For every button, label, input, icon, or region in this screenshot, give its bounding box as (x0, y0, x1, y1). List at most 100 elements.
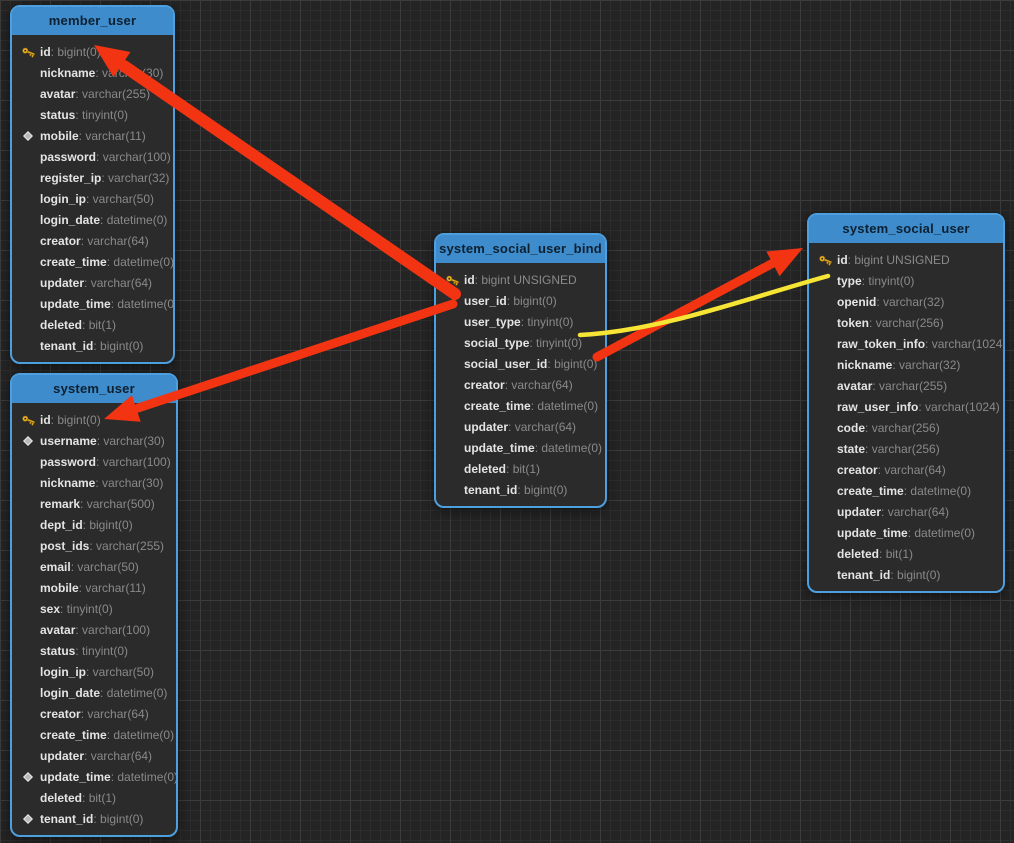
key-icon (20, 44, 36, 59)
icon-placeholder (20, 296, 36, 311)
field-name: creator (40, 707, 81, 721)
field-name: email (40, 560, 71, 574)
field-row-system_user-update_time[interactable]: update_timedatetime(0) (12, 766, 176, 787)
field-row-member_user-create_time[interactable]: create_timedatetime(0) (12, 251, 173, 272)
field-row-system_social_user-nickname[interactable]: nicknamevarchar(32) (809, 354, 1003, 375)
field-row-system_user-creator[interactable]: creatorvarchar(64) (12, 703, 176, 724)
field-row-system_user-mobile[interactable]: mobilevarchar(11) (12, 577, 176, 598)
field-row-system_user-deleted[interactable]: deletedbit(1) (12, 787, 176, 808)
field-row-system_social_user_bind-creator[interactable]: creatorvarchar(64) (436, 374, 605, 395)
field-name: id (40, 45, 51, 59)
field-row-system_social_user-creator[interactable]: creatorvarchar(64) (809, 459, 1003, 480)
field-row-member_user-mobile[interactable]: mobilevarchar(11) (12, 125, 173, 146)
table-title-system_social_user_bind[interactable]: system_social_user_bind (436, 235, 605, 263)
field-row-system_user-create_time[interactable]: create_timedatetime(0) (12, 724, 176, 745)
field-row-member_user-nickname[interactable]: nicknamevarchar(30) (12, 62, 173, 83)
icon-placeholder (20, 233, 36, 248)
field-row-system_user-post_ids[interactable]: post_idsvarchar(255) (12, 535, 176, 556)
field-row-system_social_user_bind-updater[interactable]: updatervarchar(64) (436, 416, 605, 437)
field-row-member_user-password[interactable]: passwordvarchar(100) (12, 146, 173, 167)
field-row-system_social_user_bind-id[interactable]: idbigint UNSIGNED (436, 269, 605, 290)
table-system_social_user_bind[interactable]: system_social_user_bind idbigint UNSIGNED… (434, 233, 607, 508)
field-row-member_user-avatar[interactable]: avatarvarchar(255) (12, 83, 173, 104)
field-row-system_user-password[interactable]: passwordvarchar(100) (12, 451, 176, 472)
field-row-system_social_user-openid[interactable]: openidvarchar(32) (809, 291, 1003, 312)
field-row-system_social_user_bind-social_type[interactable]: social_typetinyint(0) (436, 332, 605, 353)
field-row-member_user-login_date[interactable]: login_datedatetime(0) (12, 209, 173, 230)
relation-red-arrow-system_social_user_bind.social_user_id-to-system_social_user.id[interactable] (597, 248, 803, 357)
field-row-system_social_user-code[interactable]: codevarchar(256) (809, 417, 1003, 438)
field-row-system_user-avatar[interactable]: avatarvarchar(100) (12, 619, 176, 640)
icon-placeholder (817, 525, 833, 540)
icon-placeholder (20, 580, 36, 595)
table-title-system_user[interactable]: system_user (12, 375, 176, 403)
diamond-icon (20, 811, 36, 826)
table-member_user[interactable]: member_useridbigint(0)nicknamevarchar(30… (10, 5, 175, 364)
field-row-system_user-username[interactable]: usernamevarchar(30) (12, 430, 176, 451)
field-row-system_social_user-raw_user_info[interactable]: raw_user_infovarchar(1024) (809, 396, 1003, 417)
field-name: tenant_id (464, 483, 517, 497)
field-row-system_social_user_bind-user_type[interactable]: user_typetinyint(0) (436, 311, 605, 332)
field-row-system_social_user_bind-update_time[interactable]: update_timedatetime(0) (436, 437, 605, 458)
field-type: varchar(64) (81, 234, 149, 248)
field-name: updater (40, 276, 84, 290)
field-row-member_user-id[interactable]: idbigint(0) (12, 41, 173, 62)
icon-placeholder (444, 314, 460, 329)
field-row-system_user-email[interactable]: emailvarchar(50) (12, 556, 176, 577)
field-name: creator (837, 463, 878, 477)
field-row-member_user-status[interactable]: statustinyint(0) (12, 104, 173, 125)
icon-placeholder (817, 483, 833, 498)
field-type: bigint(0) (51, 45, 101, 59)
field-type: varchar(100) (96, 455, 171, 469)
field-type: varchar(11) (79, 581, 146, 595)
field-row-system_social_user_bind-user_id[interactable]: user_idbigint(0) (436, 290, 605, 311)
field-row-system_social_user-create_time[interactable]: create_timedatetime(0) (809, 480, 1003, 501)
icon-placeholder (817, 567, 833, 582)
field-type: varchar(32) (876, 295, 944, 309)
field-row-system_social_user_bind-create_time[interactable]: create_timedatetime(0) (436, 395, 605, 416)
field-row-system_social_user-tenant_id[interactable]: tenant_idbigint(0) (809, 564, 1003, 585)
field-row-system_user-status[interactable]: statustinyint(0) (12, 640, 176, 661)
field-type: varchar(1024) (925, 337, 1003, 351)
icon-placeholder (20, 559, 36, 574)
field-row-member_user-login_ip[interactable]: login_ipvarchar(50) (12, 188, 173, 209)
icon-placeholder (817, 315, 833, 330)
field-name: social_type (464, 336, 529, 350)
field-row-system_social_user-deleted[interactable]: deletedbit(1) (809, 543, 1003, 564)
field-row-member_user-update_time[interactable]: update_timedatetime(0) (12, 293, 173, 314)
field-row-member_user-register_ip[interactable]: register_ipvarchar(32) (12, 167, 173, 188)
field-row-system_user-remark[interactable]: remarkvarchar(500) (12, 493, 176, 514)
field-row-system_user-nickname[interactable]: nicknamevarchar(30) (12, 472, 176, 493)
field-row-system_social_user-avatar[interactable]: avatarvarchar(255) (809, 375, 1003, 396)
field-row-system_social_user-id[interactable]: idbigint UNSIGNED (809, 249, 1003, 270)
field-row-system_user-sex[interactable]: sextinyint(0) (12, 598, 176, 619)
field-row-member_user-deleted[interactable]: deletedbit(1) (12, 314, 173, 335)
field-row-system_social_user-type[interactable]: typetinyint(0) (809, 270, 1003, 291)
table-system_social_user[interactable]: system_social_user idbigint UNSIGNEDtypet… (807, 213, 1005, 593)
field-row-system_user-login_date[interactable]: login_datedatetime(0) (12, 682, 176, 703)
field-row-system_social_user_bind-tenant_id[interactable]: tenant_idbigint(0) (436, 479, 605, 500)
field-row-system_social_user_bind-deleted[interactable]: deletedbit(1) (436, 458, 605, 479)
field-row-system_social_user-token[interactable]: tokenvarchar(256) (809, 312, 1003, 333)
field-type: datetime(0) (107, 728, 174, 742)
field-row-system_social_user-state[interactable]: statevarchar(256) (809, 438, 1003, 459)
field-row-system_social_user-updater[interactable]: updatervarchar(64) (809, 501, 1003, 522)
field-row-system_user-id[interactable]: idbigint(0) (12, 409, 176, 430)
relation-yellow-line-system_social_user_bind.social_type-to-system_social_user.type[interactable] (580, 276, 828, 335)
field-row-system_user-login_ip[interactable]: login_ipvarchar(50) (12, 661, 176, 682)
diagram-canvas[interactable]: member_useridbigint(0)nicknamevarchar(30… (0, 0, 1014, 843)
field-row-member_user-updater[interactable]: updatervarchar(64) (12, 272, 173, 293)
icon-placeholder (20, 496, 36, 511)
table-system_user[interactable]: system_user idbigint(0)usernamevarchar(30… (10, 373, 178, 837)
field-row-system_user-updater[interactable]: updatervarchar(64) (12, 745, 176, 766)
field-row-member_user-tenant_id[interactable]: tenant_idbigint(0) (12, 335, 173, 356)
table-title-system_social_user[interactable]: system_social_user (809, 215, 1003, 243)
field-row-system_social_user_bind-social_user_id[interactable]: social_user_idbigint(0) (436, 353, 605, 374)
field-row-system_user-dept_id[interactable]: dept_idbigint(0) (12, 514, 176, 535)
table-title-member_user[interactable]: member_user (12, 7, 173, 35)
field-row-system_social_user-update_time[interactable]: update_timedatetime(0) (809, 522, 1003, 543)
field-row-member_user-creator[interactable]: creatorvarchar(64) (12, 230, 173, 251)
field-row-system_social_user-raw_token_info[interactable]: raw_token_infovarchar(1024) (809, 333, 1003, 354)
field-row-system_user-tenant_id[interactable]: tenant_idbigint(0) (12, 808, 176, 829)
field-name: avatar (40, 623, 75, 637)
